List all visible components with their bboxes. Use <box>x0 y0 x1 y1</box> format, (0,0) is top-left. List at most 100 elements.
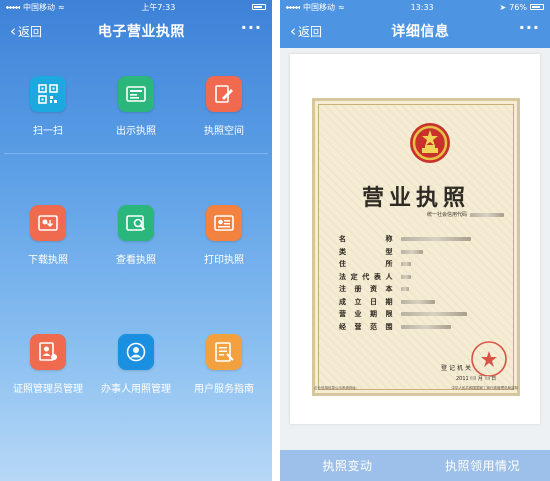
issuing-authority-label: 登记机关 <box>441 365 474 372</box>
chevron-left-icon: ‹ <box>290 21 296 40</box>
license-image-card: 营业执照 统一社会信用代码 名称 类型 住所 法定代表人 注册资本 成立日期 营… <box>290 54 540 424</box>
tile-label: 用户服务指南 <box>194 384 254 395</box>
row-divider <box>4 153 268 154</box>
signal-icon <box>286 4 300 10</box>
clock: 上午7:33 <box>141 2 176 12</box>
carrier-label: 中国移动 <box>303 2 335 12</box>
tile-label: 出示执照 <box>116 126 156 137</box>
wifi-icon: ≈ <box>338 2 345 12</box>
tile-download-license[interactable]: 下载执照 <box>4 205 92 266</box>
certificate-title: 营业执照 <box>361 185 470 211</box>
redacted-value <box>401 299 435 304</box>
credit-code-line: 统一社会信用代码 <box>427 211 505 218</box>
redacted-value <box>470 376 477 380</box>
field-row: 法定代表人 <box>339 271 471 284</box>
right-phone-screen: 中国移动 ≈ 13:33 ➤ 76% ‹ 返回 详细信息 ··· 营业执照 统一… <box>280 0 550 481</box>
field-row: 经营范围 <box>339 321 471 334</box>
battery-icon <box>251 4 266 10</box>
field-row: 成立日期 <box>339 296 471 309</box>
row-divider <box>4 282 268 283</box>
redacted-value <box>401 262 411 267</box>
license-card-icon <box>118 76 154 112</box>
function-grid: 扫一扫 出示执照 执照空间 下载执照 查看执照 打印执照 证照管理员管理 办事人… <box>0 48 272 395</box>
chevron-left-icon: ‹ <box>10 21 16 40</box>
field-label: 注册资本 <box>339 285 393 294</box>
redacted-value <box>470 212 505 217</box>
issue-date: 2011 月 日 <box>456 375 496 382</box>
certificate-footer: 企业信用信息公示系统网址： 中华人民共和国国家工商行政管理总局监制 <box>314 386 518 391</box>
more-options-button[interactable]: ··· <box>519 20 540 42</box>
back-button[interactable]: ‹ 返回 <box>290 23 322 40</box>
print-license-icon <box>206 205 242 241</box>
carrier-label: 中国移动 <box>23 2 55 12</box>
tile-user-guide[interactable]: 用户服务指南 <box>180 334 268 395</box>
redacted-value <box>401 287 409 292</box>
license-usage-button[interactable]: 执照领用情况 <box>415 450 550 481</box>
tile-scan[interactable]: 扫一扫 <box>4 76 92 137</box>
page-title: 详细信息 <box>391 24 450 40</box>
field-label: 法定代表人 <box>339 272 393 281</box>
tile-show-license[interactable]: 出示执照 <box>92 76 180 137</box>
admin-manage-icon <box>30 334 66 370</box>
field-label: 成立日期 <box>339 297 393 306</box>
tile-view-license[interactable]: 查看执照 <box>92 205 180 266</box>
tile-label: 办事人用照管理 <box>101 384 171 395</box>
credit-code-label: 统一社会信用代码 <box>427 212 468 218</box>
tile-label: 下载执照 <box>28 255 68 266</box>
tile-print-license[interactable]: 打印执照 <box>180 205 268 266</box>
status-bar: 中国移动 ≈ 13:33 ➤ 76% <box>280 0 550 14</box>
redacted-value <box>484 376 490 380</box>
location-icon: ➤ <box>499 2 507 12</box>
battery-percent: 76% <box>509 2 527 12</box>
issue-day: 日 <box>491 376 497 382</box>
tile-license-space[interactable]: 执照空间 <box>180 76 268 137</box>
tile-admin-manage[interactable]: 证照管理员管理 <box>4 334 92 395</box>
certificate-fields: 名称 类型 住所 法定代表人 注册资本 成立日期 营业期限 经营范围 <box>339 233 471 333</box>
tile-label: 打印执照 <box>204 255 244 266</box>
field-row: 名称 <box>339 233 471 246</box>
navigation-bar: ‹ 返回 详细信息 ··· <box>280 14 550 48</box>
redacted-value <box>401 237 471 242</box>
view-license-icon <box>118 205 154 241</box>
signal-icon <box>6 4 20 10</box>
left-phone-screen: 中国移动 ≈ 上午7:33 ‹ 返回 电子营业执照 ··· 扫一扫 出示执照 执… <box>0 0 272 481</box>
field-row: 注册资本 <box>339 283 471 296</box>
field-row: 营业期限 <box>339 308 471 321</box>
issue-year: 2011 <box>456 376 469 382</box>
user-guide-icon <box>206 334 242 370</box>
more-options-button[interactable]: ··· <box>241 20 262 42</box>
field-label: 住所 <box>339 260 393 269</box>
redacted-value <box>401 324 451 329</box>
footer-left-text: 企业信用信息公示系统网址： <box>314 386 360 390</box>
field-row: 类型 <box>339 246 471 259</box>
qr-scan-icon <box>30 76 66 112</box>
back-label: 返回 <box>18 24 43 39</box>
tile-agent-manage[interactable]: 办事人用照管理 <box>92 334 180 395</box>
issue-month: 月 <box>477 376 483 382</box>
tile-label: 证照管理员管理 <box>13 384 83 395</box>
download-license-icon <box>30 205 66 241</box>
footer-right-text: 中华人民共和国国家工商行政管理总局监制 <box>451 386 519 390</box>
field-label: 类型 <box>339 247 393 256</box>
battery-icon <box>530 4 544 10</box>
clock: 13:33 <box>410 2 434 12</box>
field-label: 营业期限 <box>339 310 393 319</box>
license-change-button[interactable]: 执照变动 <box>280 450 415 481</box>
official-seal-icon <box>471 341 507 377</box>
tile-label: 扫一扫 <box>33 126 63 137</box>
field-label: 名称 <box>339 235 393 244</box>
agent-manage-icon <box>118 334 154 370</box>
navigation-bar: ‹ 返回 电子营业执照 ··· <box>0 14 272 48</box>
back-button[interactable]: ‹ 返回 <box>10 23 42 40</box>
redacted-value <box>401 312 467 317</box>
tile-label: 执照空间 <box>204 126 244 137</box>
field-label: 经营范围 <box>339 322 393 331</box>
business-license-certificate: 营业执照 统一社会信用代码 名称 类型 住所 法定代表人 注册资本 成立日期 营… <box>312 98 520 396</box>
bottom-action-bar: 执照变动 执照领用情况 <box>280 450 550 481</box>
status-bar: 中国移动 ≈ 上午7:33 <box>0 0 272 14</box>
field-row: 住所 <box>339 258 471 271</box>
redacted-value <box>401 249 423 254</box>
tile-label: 查看执照 <box>116 255 156 266</box>
page-title: 电子营业执照 <box>97 24 185 40</box>
back-label: 返回 <box>298 24 323 39</box>
